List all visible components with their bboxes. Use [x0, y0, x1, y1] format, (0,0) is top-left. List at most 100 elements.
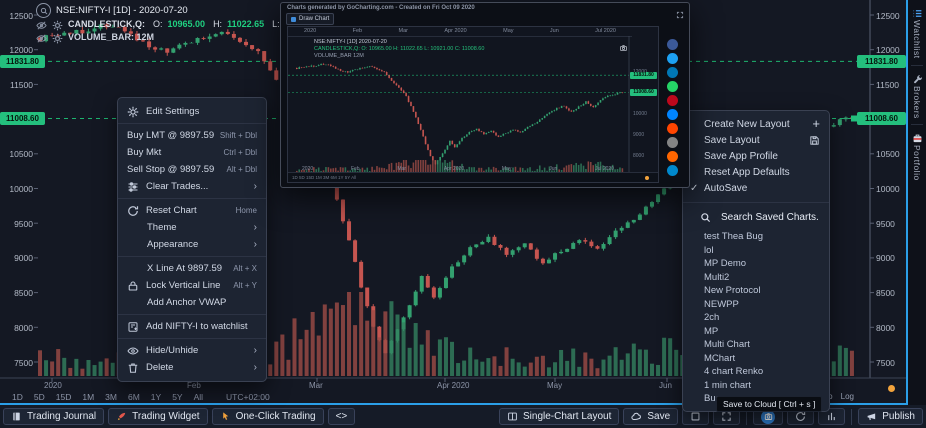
- context-menu-item-buy-lmt-9897-59[interactable]: Buy LMT @ 9897.59Shift + Dbl: [118, 127, 266, 144]
- saved-chart-4-chart-renko[interactable]: 4 chart Renko: [683, 365, 829, 379]
- saved-chart-mp-demo[interactable]: MP Demo: [683, 257, 829, 271]
- notification-dot[interactable]: [888, 385, 895, 392]
- share-email-icon[interactable]: [667, 137, 678, 148]
- saved-chart-2ch[interactable]: 2ch: [683, 311, 829, 325]
- saved-chart-newpp[interactable]: NEWPP: [683, 298, 829, 312]
- save-button[interactable]: Save: [623, 408, 678, 425]
- share-pinterest-icon[interactable]: [667, 95, 678, 106]
- button-label: Trading Journal: [27, 411, 96, 422]
- context-menu-item-theme[interactable]: Theme›: [118, 219, 266, 236]
- timeframe-6m[interactable]: 6M: [128, 392, 140, 402]
- menu-item-label: Save Layout: [704, 135, 760, 146]
- timeframe-3m[interactable]: 3M: [105, 392, 117, 402]
- timezone-label[interactable]: UTC+02:00: [226, 392, 270, 402]
- single-chart-layout-button[interactable]: Single-Chart Layout: [499, 408, 619, 425]
- price-tick-right: 10000: [876, 184, 900, 194]
- timeframe-5d[interactable]: 5D: [34, 392, 45, 402]
- saved-chart-test-thea-bug[interactable]: test Thea Bug: [683, 230, 829, 244]
- eye-off-icon[interactable]: [36, 31, 47, 42]
- portfolio-icon: [912, 131, 923, 142]
- share-twitter-icon[interactable]: [667, 53, 678, 64]
- gocharting-app: NSE:NIFTY-I [1D] - 2020-07-20 CANDLESTIC…: [0, 0, 926, 428]
- saved-chart-lol[interactable]: lol: [683, 244, 829, 258]
- context-menu-item-appearance[interactable]: Appearance›: [118, 236, 266, 253]
- saved-charts-search[interactable]: Search Saved Charts.: [683, 208, 829, 230]
- sidebar-tab-portfolio[interactable]: Portfolio: [912, 127, 923, 185]
- pointer-icon: [220, 411, 231, 422]
- context-menu-item-reset-chart[interactable]: Reset ChartHome: [118, 202, 266, 219]
- share-buttons: [667, 39, 678, 176]
- share-linkedin-icon[interactable]: [667, 67, 678, 78]
- price-tick-left: 10000: [2, 184, 33, 194]
- chevron-right-icon: ›: [254, 222, 257, 233]
- chevron-right-icon: ›: [254, 181, 257, 192]
- context-menu-item-buy-mkt[interactable]: Buy MktCtrl + Dbl: [118, 144, 266, 161]
- price-tick-right: 10500: [876, 149, 900, 159]
- menu-item-label: X Line At 9897.59: [147, 263, 228, 274]
- trading-journal-button[interactable]: Trading Journal: [3, 408, 104, 425]
- saved-chart-new-protocol[interactable]: New Protocol: [683, 284, 829, 298]
- time-axis-label: Feb: [187, 381, 201, 390]
- time-axis-label: 2020: [44, 381, 62, 390]
- scale-log-toggle[interactable]: Log: [841, 392, 854, 401]
- context-menu-item-sell-stop-9897-59[interactable]: Sell Stop @ 9897.59Alt + Dbl: [118, 161, 266, 178]
- timeframe-1d[interactable]: 1D: [12, 392, 23, 402]
- layout-menu-item-save-layout[interactable]: Save Layout: [683, 133, 829, 149]
- expand-icon[interactable]: [676, 6, 684, 14]
- search-placeholder: Search Saved Charts.: [721, 212, 819, 223]
- share-reddit-icon[interactable]: [667, 123, 678, 134]
- menu-item-label: Buy Mkt: [127, 147, 218, 158]
- divider: [118, 314, 266, 315]
- item-button[interactable]: <>: [328, 408, 356, 425]
- expand-icon: [721, 411, 732, 422]
- gear-icon: [127, 106, 139, 118]
- timeframe-1y[interactable]: 1Y: [151, 392, 161, 402]
- timeframe-all[interactable]: All: [194, 392, 203, 402]
- price-tick-right: 11500: [876, 80, 899, 90]
- context-menu-item-add-nifty-i-to-watchlist[interactable]: Add NIFTY-I to watchlist: [118, 318, 266, 335]
- layout-menu-item-create-new-layout[interactable]: Create New Layout+: [683, 117, 829, 133]
- preview-ohlc-line: CANDLESTICK,Q: O: 10965.00 H: 11022.65 L…: [314, 46, 484, 53]
- context-menu-item-add-anchor-vwap[interactable]: Add Anchor VWAP: [118, 294, 266, 311]
- share-facebook-icon[interactable]: [667, 39, 678, 50]
- preview-price-tick: 10000: [633, 111, 647, 117]
- saved-chart-mp[interactable]: MP: [683, 325, 829, 339]
- timeframe-5y[interactable]: 5Y: [172, 392, 182, 402]
- preview-price-tick: 9000: [633, 132, 644, 138]
- layout-menu-item-autosave[interactable]: ✓AutoSave: [683, 181, 829, 197]
- preview-tab[interactable]: Draw Chart: [286, 13, 334, 25]
- context-menu-item-lock-vertical-line[interactable]: Lock Vertical LineAlt + Y: [118, 277, 266, 294]
- saved-chart-1-min-chart[interactable]: 1 min chart: [683, 379, 829, 393]
- publish-button[interactable]: Publish: [858, 408, 923, 425]
- share-whatsapp-icon[interactable]: [667, 81, 678, 92]
- timeframe-15d[interactable]: 15D: [56, 392, 72, 402]
- share-hackernews-icon[interactable]: [667, 151, 678, 162]
- gear-icon[interactable]: [52, 31, 63, 42]
- context-menu-item-edit-settings[interactable]: Edit Settings: [118, 103, 266, 120]
- layout-menu-item-reset-app-defaults[interactable]: Reset App Defaults: [683, 165, 829, 181]
- one-click-trading-button[interactable]: One-Click Trading: [212, 408, 324, 425]
- layout-menu-item-save-app-profile[interactable]: Save App Profile: [683, 149, 829, 165]
- gear-icon[interactable]: [52, 18, 63, 29]
- timeframe-1m[interactable]: 1M: [82, 392, 94, 402]
- sidebar-tab-brokers[interactable]: Brokers: [912, 68, 923, 123]
- context-menu-item-x-line-at-9897-59[interactable]: X Line At 9897.59Alt + X: [118, 260, 266, 277]
- open-value: 10965.00: [168, 19, 206, 29]
- saved-chart-mchart[interactable]: MChart: [683, 352, 829, 366]
- cloud-icon: [631, 411, 642, 422]
- sidebar-tab-watchlist[interactable]: Watchlist: [912, 2, 923, 63]
- trading-widget-button[interactable]: Trading Widget: [108, 408, 207, 425]
- share-messenger-icon[interactable]: [667, 109, 678, 120]
- preview-toolbar: 1D 5D 15D 1M 3M 6M 1Y 5Y All: [288, 172, 658, 182]
- share-telegram-icon[interactable]: [667, 165, 678, 176]
- eye-off-icon[interactable]: [36, 18, 47, 29]
- context-menu-item-delete[interactable]: Delete›: [118, 359, 266, 376]
- divider: [683, 202, 829, 203]
- symbol-search-icon[interactable]: [36, 3, 51, 18]
- context-menu-item-clear-trades[interactable]: Clear Trades...›: [118, 178, 266, 195]
- saved-chart-multi-chart[interactable]: Multi Chart: [683, 338, 829, 352]
- menu-item-label: Appearance: [147, 239, 249, 250]
- saved-chart-multi2[interactable]: Multi2: [683, 271, 829, 285]
- context-menu-item-hide-unhide[interactable]: Hide/Unhide›: [118, 342, 266, 359]
- chart-preview-popup: Charts generated by GoCharting.com - Cre…: [280, 2, 690, 188]
